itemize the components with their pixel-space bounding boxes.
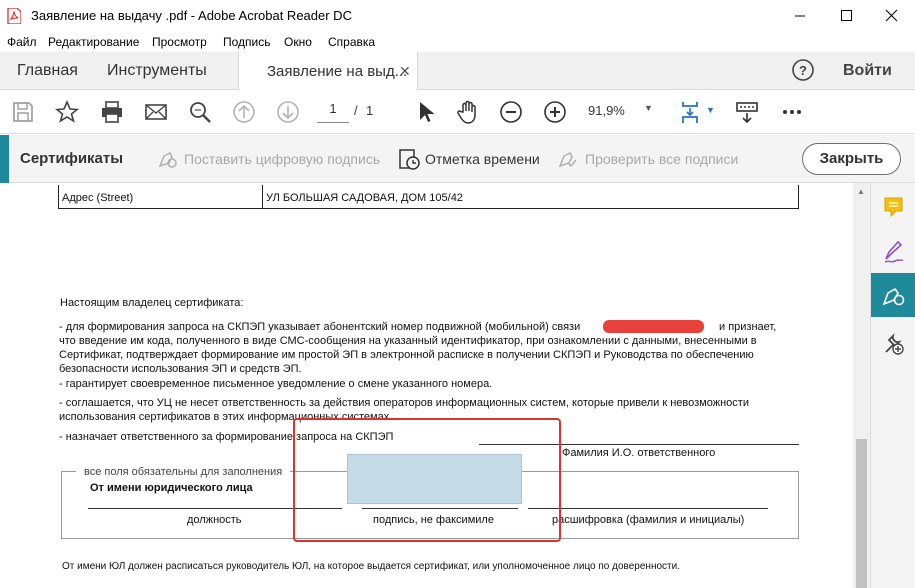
certificate-sign-icon — [882, 287, 905, 306]
close-tab-icon[interactable]: ✕ — [399, 63, 411, 80]
certificates-tool[interactable] — [871, 273, 915, 317]
maximize-icon — [841, 10, 852, 21]
page-total: 1 — [366, 103, 374, 118]
menu-file[interactable]: Файл — [7, 35, 37, 49]
next-page-icon[interactable] — [275, 99, 301, 125]
verify-all-button[interactable]: Проверить все подписи — [585, 151, 738, 167]
menu-view[interactable]: Просмотр — [152, 35, 207, 49]
menu-sign[interactable]: Подпись — [223, 35, 271, 49]
table-divider — [262, 185, 263, 209]
position-caption: должность — [187, 514, 242, 526]
tab-tools[interactable]: Инструменты — [107, 62, 207, 80]
tab-document-label: Заявление на выд... — [267, 63, 408, 80]
fill-sign-tool[interactable] — [871, 229, 915, 273]
page-number-input[interactable]: 1 — [317, 101, 349, 123]
owner-intro: Настоящим владелец сертификата: — [60, 297, 244, 309]
close-icon — [885, 9, 898, 22]
paragraph-line: что введение им кода, полученного в виде… — [59, 335, 757, 347]
tab-bar: Главная Инструменты Заявление на выд... … — [0, 52, 915, 91]
chevron-down-icon: ▼ — [644, 103, 653, 113]
signin-link[interactable]: Войти — [843, 62, 892, 80]
paragraph-line: - для формирования запроса на СКПЭП указ… — [59, 321, 581, 333]
certificates-toolbar: Сертификаты Поставить цифровую подпись О… — [0, 135, 915, 183]
page-display-icon[interactable] — [680, 99, 706, 125]
more-tools-icon[interactable] — [779, 99, 805, 125]
chevron-down-icon[interactable]: ▼ — [706, 105, 715, 115]
more-tools-add[interactable] — [871, 321, 915, 365]
footer-note: От имени ЮЛ должен расписаться руководит… — [62, 561, 680, 572]
scrollbar-thumb[interactable] — [856, 439, 867, 588]
menu-edit[interactable]: Редактирование — [48, 35, 139, 49]
scroll-up-icon[interactable]: ▲ — [857, 187, 865, 196]
zoom-in-icon[interactable] — [542, 99, 568, 125]
zoom-out-icon[interactable] — [498, 99, 524, 125]
search-icon[interactable] — [187, 99, 213, 125]
legal-entity-label: От имени юридического лица — [90, 482, 253, 494]
responsible-caption: Фамилия И.О. ответственного — [562, 447, 716, 459]
decode-line — [528, 508, 768, 509]
print-icon[interactable] — [99, 99, 125, 125]
window-title: Заявление на выдачу .pdf - Adobe Acrobat… — [31, 8, 352, 23]
sign-digitally-button[interactable]: Поставить цифровую подпись — [184, 151, 380, 167]
tools-add-icon — [885, 333, 904, 355]
paragraph-line: Сертификат, подтверждает формирование им… — [59, 349, 754, 361]
paragraph-line: и признает, — [719, 321, 777, 333]
bookmark-star-icon[interactable] — [54, 99, 80, 125]
required-note: все поля обязательны для заполнения — [76, 465, 291, 479]
keyboard-scroll-icon[interactable] — [734, 99, 760, 125]
tab-home[interactable]: Главная — [17, 62, 78, 80]
redacted-phone-number — [603, 320, 704, 333]
zoom-level-select[interactable]: 91,9% ▼ — [588, 103, 658, 118]
close-window-button[interactable] — [869, 0, 915, 32]
menu-window[interactable]: Окно — [284, 35, 312, 49]
vertical-scrollbar[interactable]: ▲ — [853, 183, 870, 588]
help-icon[interactable]: ? — [791, 58, 815, 82]
tab-document[interactable]: Заявление на выд... ✕ — [238, 52, 418, 91]
comment-icon — [884, 197, 903, 218]
menu-help[interactable]: Справка — [328, 35, 375, 49]
timestamp-icon — [399, 149, 420, 170]
fill-sign-icon — [884, 240, 904, 263]
toolbar: 1 / 1 91,9% ▼ ▼ — [0, 90, 915, 134]
zoom-value: 91,9% — [588, 103, 625, 118]
save-icon[interactable] — [10, 99, 36, 125]
menu-bar: Файл Редактирование Просмотр Подпись Окн… — [0, 32, 915, 52]
hand-tool-icon[interactable] — [455, 99, 481, 125]
accent-strip — [0, 135, 9, 183]
highlight-annotation — [293, 418, 561, 542]
address-value: УЛ БОЛЬШАЯ САДОВАЯ, ДОМ 105/42 — [266, 192, 463, 204]
close-certificates-button[interactable]: Закрыть — [802, 143, 901, 175]
digital-sign-icon — [158, 151, 177, 168]
comment-tool[interactable] — [871, 185, 915, 229]
right-tools-panel — [870, 183, 915, 588]
minimize-icon — [795, 15, 805, 17]
address-label: Адрес (Street) — [62, 192, 134, 204]
paragraph-line: - гарантирует своевременное письменное у… — [59, 378, 493, 390]
previous-page-icon[interactable] — [231, 99, 257, 125]
svg-text:?: ? — [799, 63, 807, 78]
maximize-button[interactable] — [823, 0, 869, 32]
acrobat-app-icon — [7, 8, 21, 24]
document-viewport[interactable]: Адрес (Street) УЛ БОЛЬШАЯ САДОВАЯ, ДОМ 1… — [0, 183, 853, 588]
timestamp-button[interactable]: Отметка времени — [425, 151, 540, 167]
minimize-button[interactable] — [777, 0, 823, 32]
page-separator: / — [354, 103, 358, 118]
certificates-title: Сертификаты — [20, 150, 124, 167]
decode-caption: расшифровка (фамилия и инициалы) — [552, 514, 745, 526]
select-cursor-icon[interactable] — [412, 99, 438, 125]
paragraph-line: - соглашается, что УЦ не несет ответстве… — [59, 397, 749, 409]
email-icon[interactable] — [143, 99, 169, 125]
paragraph-line: безопасности использования ЭП и средств … — [59, 363, 302, 375]
verify-signatures-icon — [558, 151, 577, 168]
title-bar: Заявление на выдачу .pdf - Adobe Acrobat… — [0, 0, 915, 32]
